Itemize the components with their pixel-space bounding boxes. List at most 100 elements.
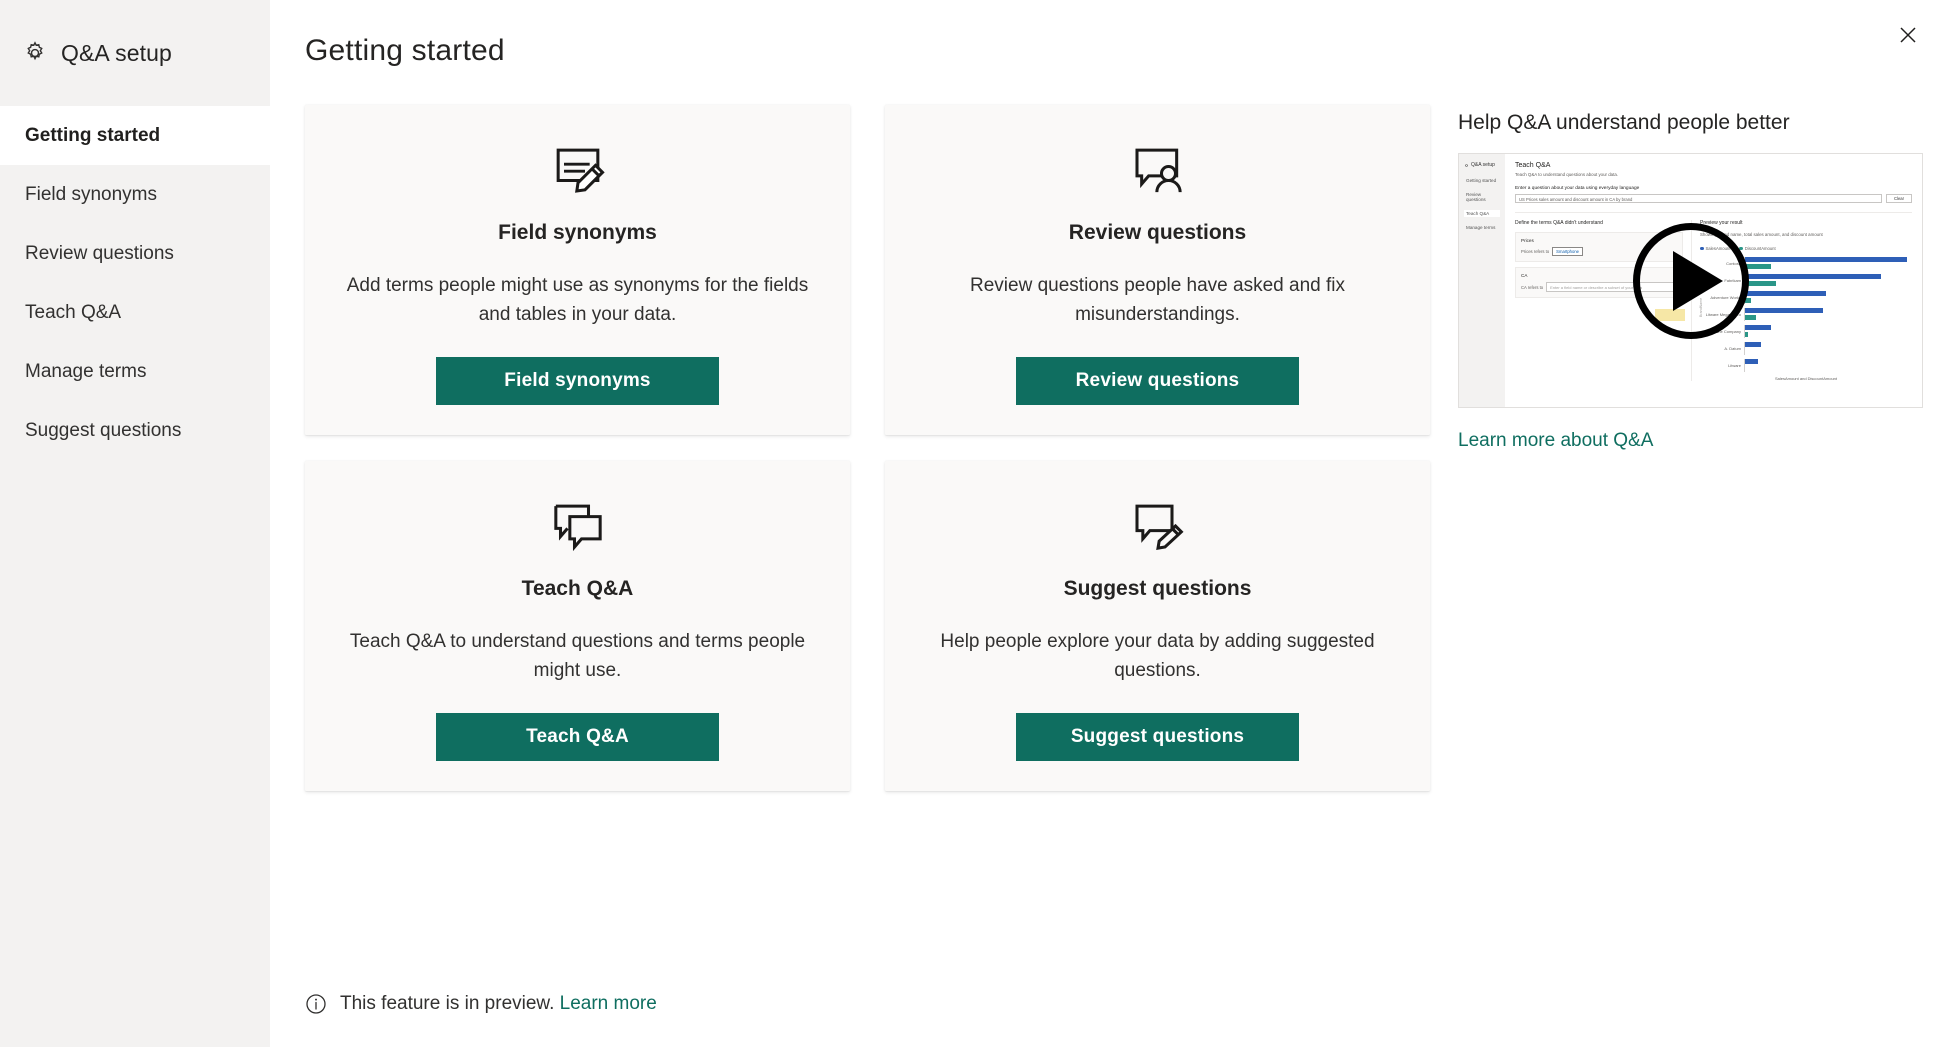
- thumb-result-subtitle: Showing brand name, total sales amount, …: [1700, 232, 1823, 237]
- thumb-sidebar-title: Q&A setup: [1464, 162, 1500, 168]
- sidebar-item-label: Teach Q&A: [25, 301, 122, 323]
- card-review-questions: Review questions Review questions people…: [885, 105, 1430, 435]
- footer-message: This feature is in preview.: [340, 993, 555, 1014]
- card-description: Teach Q&A to understand questions and te…: [349, 631, 806, 682]
- thumb-input-label: Enter a question about your data using e…: [1515, 186, 1640, 191]
- thumb-heading: Teach Q&A: [1515, 162, 1551, 169]
- sidebar: Q&A setup Getting started Field synonyms…: [0, 0, 270, 1047]
- play-triangle: [1672, 250, 1723, 311]
- thumb-sidebar-item: Getting started: [1466, 178, 1497, 183]
- chart-bar: [1745, 308, 1823, 313]
- chart-bar: [1745, 342, 1762, 347]
- thumb-sidebar-item: Review questions: [1466, 192, 1486, 202]
- sidebar-header: Q&A setup: [0, 0, 270, 106]
- gear-icon: [1465, 163, 1468, 167]
- chart-bar-group: [1744, 342, 1912, 355]
- chart-bar-group: [1744, 325, 1912, 338]
- comment-edit-icon: [1130, 497, 1186, 555]
- card-title: Suggest questions: [1063, 577, 1252, 600]
- chart-xlabel: SalesAmount and DiscountAmount: [1774, 376, 1838, 381]
- card-title: Teach Q&A: [521, 577, 634, 600]
- sidebar-item-getting-started[interactable]: Getting started: [0, 106, 270, 165]
- chart-bar: [1745, 359, 1758, 364]
- play-icon[interactable]: [1632, 222, 1749, 339]
- sidebar-nav: Getting started Field synonyms Review qu…: [0, 106, 270, 460]
- suggest-questions-button[interactable]: Suggest questions: [1016, 712, 1299, 761]
- video-thumbnail[interactable]: Q&A setup Getting started Review questio…: [1458, 153, 1923, 408]
- chart-bar-group: [1744, 308, 1912, 321]
- close-button[interactable]: [1886, 13, 1930, 57]
- sidebar-item-manage-terms[interactable]: Manage terms: [0, 342, 270, 401]
- chart-bar-group: [1744, 257, 1912, 270]
- sidebar-item-field-synonyms[interactable]: Field synonyms: [0, 165, 270, 224]
- chart-bar: [1745, 325, 1771, 330]
- close-icon: [1898, 25, 1918, 45]
- promo-title: Help Q&A understand people better: [1458, 111, 1790, 134]
- thumb-term-row-label: CA refers to: [1521, 284, 1544, 290]
- card-title: Review questions: [1068, 221, 1247, 244]
- chart-bar: [1745, 280, 1776, 286]
- card-description: Review questions people have asked and f…: [970, 275, 1345, 326]
- main-content: Getting started Field synonyms Add terms…: [270, 0, 1946, 1047]
- double-comment-icon: [550, 497, 606, 555]
- sidebar-item-suggest-questions[interactable]: Suggest questions: [0, 401, 270, 460]
- info-icon: [305, 993, 327, 1015]
- sidebar-item-label: Field synonyms: [25, 183, 157, 205]
- chart-row: The Phone Company: [1700, 325, 1912, 338]
- chart-bar: [1745, 274, 1882, 279]
- chart-row: Litware: [1700, 359, 1912, 372]
- card-field-synonyms: Field synonyms Add terms people might us…: [305, 105, 850, 435]
- comment-person-icon: [1130, 141, 1186, 199]
- thumb-term-row-label: Prices refers to: [1521, 249, 1550, 254]
- chart-bar: [1745, 291, 1827, 296]
- card-teach-qa: Teach Q&A Teach Q&A to understand questi…: [305, 461, 850, 791]
- sidebar-title: Q&A setup: [61, 39, 172, 66]
- card-suggest-questions: Suggest questions Help people explore yo…: [885, 461, 1430, 791]
- chart-category-label: A. Datum: [1724, 346, 1741, 351]
- thumb-question-input: US Prices sales amount and discount amou…: [1515, 194, 1882, 203]
- note-edit-icon: [550, 141, 606, 199]
- sidebar-item-teach-qa[interactable]: Teach Q&A: [0, 283, 270, 342]
- preview-footer: This feature is in preview. Learn more: [305, 993, 657, 1015]
- thumb-result-title: Preview your result: [1700, 220, 1743, 226]
- sidebar-item-label: Review questions: [25, 242, 174, 264]
- teach-qa-button[interactable]: Teach Q&A: [436, 712, 719, 761]
- chart-bar: [1745, 331, 1749, 337]
- chart-row: A. Datum: [1700, 342, 1912, 355]
- chart-bar-group: [1744, 359, 1912, 372]
- card-description: Help people explore your data by adding …: [940, 631, 1375, 682]
- thumb-subheading: Teach Q&A to understand questions about …: [1515, 172, 1619, 177]
- promo-panel: Help Q&A understand people better Q&A se…: [1458, 105, 1928, 452]
- card-title: Field synonyms: [498, 221, 657, 244]
- card-description: Add terms people might use as synonyms f…: [346, 275, 809, 326]
- thumb-sidebar-item: Manage terms: [1466, 225, 1496, 230]
- thumb-clear-button: Clear: [1886, 194, 1912, 203]
- sidebar-item-label: Manage terms: [25, 360, 147, 382]
- thumb-term-value: Smartphone: [1552, 247, 1583, 256]
- page-title: Getting started: [305, 34, 505, 67]
- legend-item-discount: DiscountAmount: [1739, 246, 1776, 251]
- footer-text: This feature is in preview. Learn more: [340, 993, 657, 1015]
- qa-setup-dialog: Q&A setup Getting started Field synonyms…: [0, 0, 1946, 1047]
- learn-more-link[interactable]: Learn more: [560, 993, 657, 1014]
- sidebar-item-review-questions[interactable]: Review questions: [0, 224, 270, 283]
- thumb-input-row: US Prices sales amount and discount amou…: [1515, 194, 1912, 203]
- review-questions-button[interactable]: Review questions: [1016, 356, 1299, 405]
- chart-bar: [1745, 297, 1752, 303]
- sidebar-item-label: Suggest questions: [25, 419, 182, 441]
- chart-bar-group: [1744, 291, 1912, 304]
- sidebar-item-label: Getting started: [25, 124, 161, 146]
- thumb-sidebar-item-selected: Teach Q&A: [1464, 210, 1500, 217]
- gear-icon: [22, 40, 48, 66]
- learn-more-about-qa-link[interactable]: Learn more about Q&A: [1458, 430, 1653, 452]
- thumb-sidebar: Q&A setup Getting started Review questio…: [1459, 154, 1505, 407]
- chart-bar: [1745, 314, 1757, 320]
- chart-bar: [1745, 263, 1771, 269]
- chart-bar: [1745, 257, 1908, 262]
- thumb-define-title: Define the terms Q&A didn't understand: [1515, 220, 1603, 226]
- chart-bar-group: [1744, 274, 1912, 287]
- cards-grid: Field synonyms Add terms people might us…: [305, 105, 1430, 791]
- field-synonyms-button[interactable]: Field synonyms: [436, 356, 719, 405]
- chart-category-label: Litware: [1728, 363, 1741, 368]
- content-area: Field synonyms Add terms people might us…: [305, 105, 1946, 1047]
